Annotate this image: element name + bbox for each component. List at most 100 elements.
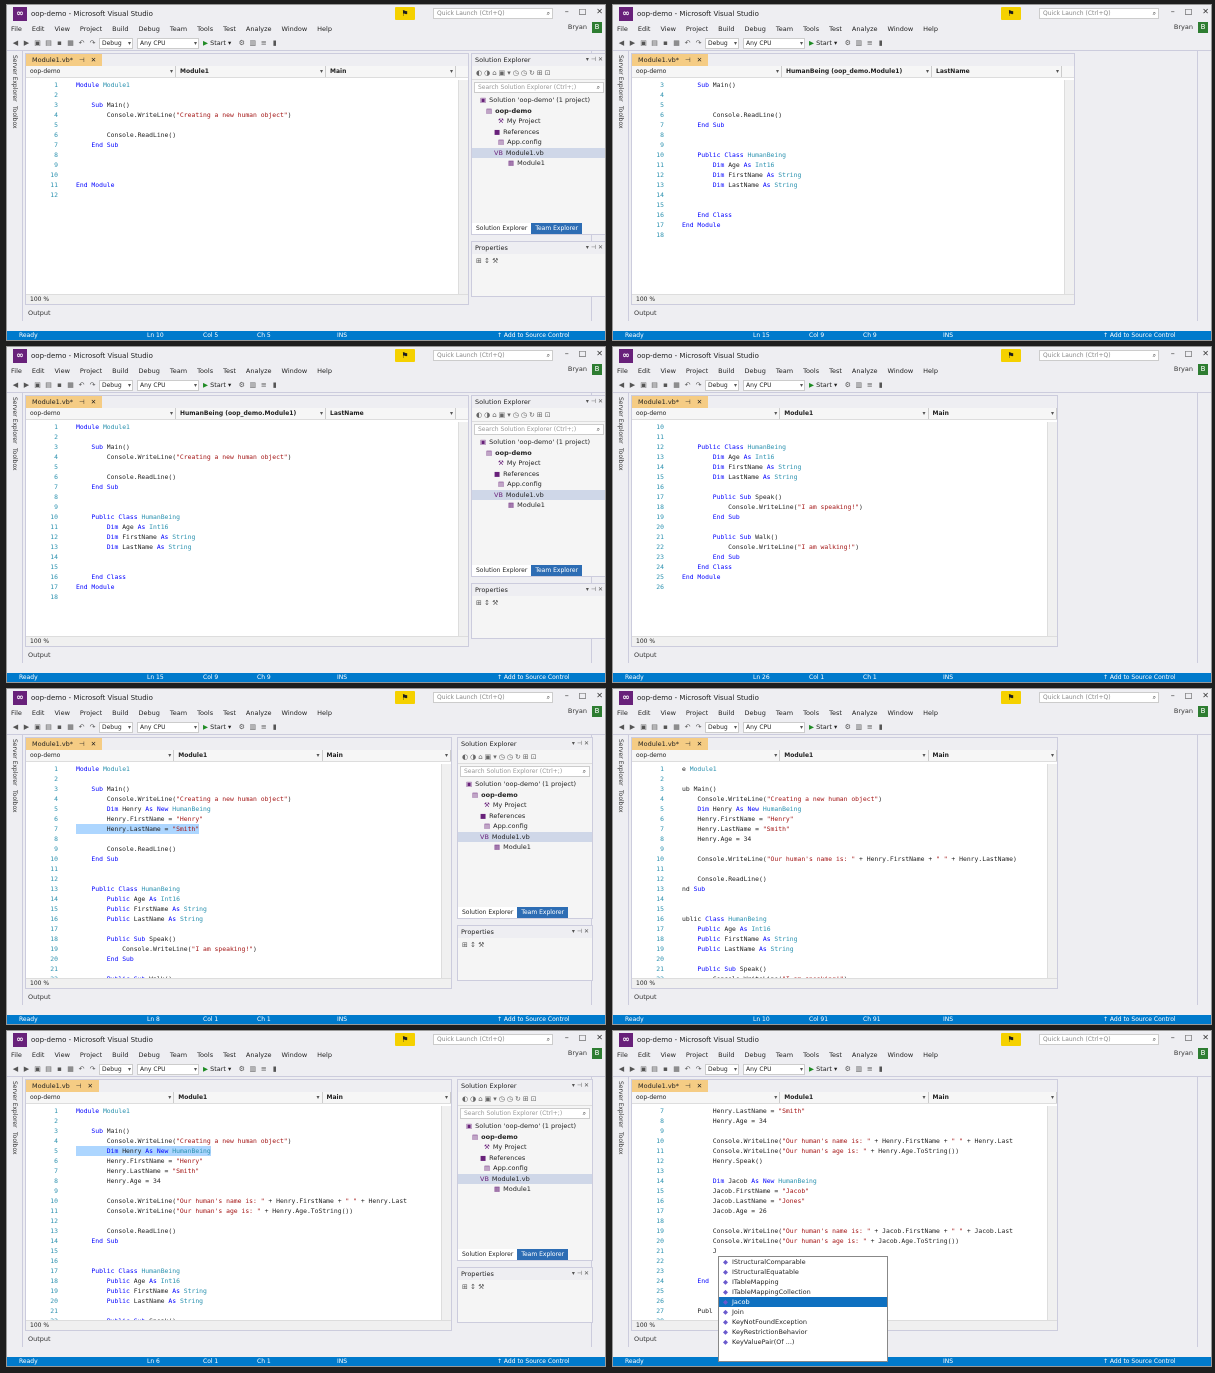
code-area[interactable]: 10 11 12 Public Class HumanBeing 13 Dim Age… [632, 422, 1047, 636]
open-icon[interactable]: ▤ [44, 39, 53, 47]
code-line[interactable]: 13nd Sub [632, 884, 1047, 894]
menu-item-view[interactable]: View [54, 25, 69, 33]
toolbar-icon[interactable]: ▥ [248, 381, 257, 389]
code-line[interactable]: 13 Dim Age As Int16 [632, 452, 1047, 462]
code-line[interactable]: 12 [26, 190, 458, 200]
tab-solution-explorer[interactable]: Solution Explorer [472, 223, 532, 234]
toolbar-icon[interactable]: ⚙ [237, 381, 246, 389]
code-line[interactable]: 17 [26, 924, 441, 934]
code-line[interactable]: 3 ub Main() [632, 784, 1047, 794]
code-line[interactable]: 4 [632, 90, 1064, 100]
member-dropdown[interactable]: LastName [326, 408, 456, 419]
configuration-dropdown[interactable]: Debug [705, 37, 739, 49]
menu-item-help[interactable]: Help [317, 1051, 332, 1059]
member-dropdown[interactable]: Main [929, 750, 1057, 761]
maximize-icon[interactable]: □ [579, 349, 587, 358]
back-icon[interactable]: ◀ [617, 723, 626, 731]
completion-item[interactable]: ◆ IStructuralComparable [719, 1257, 887, 1267]
menu-item-view[interactable]: View [660, 709, 675, 717]
maximize-icon[interactable]: □ [1185, 349, 1193, 358]
menu-item-edit[interactable]: Edit [638, 709, 651, 717]
close-tab-icon[interactable]: ✕ [91, 396, 96, 408]
menu-item-debug[interactable]: Debug [139, 709, 160, 717]
project-dropdown[interactable]: oop-demo [26, 66, 176, 77]
platform-dropdown[interactable]: Any CPU [137, 1063, 199, 1075]
module1-class-node[interactable]: ▦ Module1 [472, 158, 605, 169]
project-dropdown[interactable]: oop-demo [632, 66, 782, 77]
undo-icon[interactable]: ↶ [683, 723, 692, 731]
server-explorer-tab[interactable]: Server Explorer [617, 397, 624, 444]
save-icon[interactable]: ▪ [661, 381, 670, 389]
member-dropdown[interactable]: Main [326, 66, 456, 77]
menu-item-debug[interactable]: Debug [139, 367, 160, 375]
menu-item-file[interactable]: File [617, 367, 628, 375]
code-line[interactable]: 13 [632, 1166, 1047, 1176]
references-node[interactable]: ■ References [472, 127, 605, 138]
maximize-icon[interactable]: □ [1185, 691, 1193, 700]
code-line[interactable]: 9 [632, 844, 1047, 854]
bookmark-icon[interactable]: ▮ [270, 39, 279, 47]
menu-item-analyze[interactable]: Analyze [852, 1051, 878, 1059]
menu-item-test[interactable]: Test [829, 25, 842, 33]
save-all-icon[interactable]: ▦ [672, 39, 681, 47]
code-line[interactable]: 17 Public Sub Speak() [632, 492, 1047, 502]
feedback-flag-icon[interactable]: ⚑ [395, 691, 415, 704]
code-line[interactable]: 1 Module Module1 [26, 80, 458, 90]
menu-item-debug[interactable]: Debug [745, 367, 766, 375]
completion-item[interactable]: ◆ Join [719, 1307, 887, 1317]
toolbar-icon[interactable]: ≡ [259, 381, 268, 389]
code-line[interactable]: 6 Henry.FirstName = "Henry" [26, 1156, 441, 1166]
menu-item-debug[interactable]: Debug [139, 25, 160, 33]
menu-item-edit[interactable]: Edit [638, 1051, 651, 1059]
code-line[interactable]: 3 Sub Main() [26, 100, 458, 110]
menu-item-team[interactable]: Team [170, 709, 187, 717]
code-line[interactable]: 16 [26, 1256, 441, 1266]
redo-icon[interactable]: ↷ [694, 381, 703, 389]
module1-class-node[interactable]: ▦ Module1 [472, 500, 605, 511]
save-icon[interactable]: ▪ [55, 1065, 64, 1073]
user-name[interactable]: Bryan [1174, 1049, 1193, 1057]
user-badge[interactable]: B [592, 22, 602, 33]
toolbar-icon[interactable]: ⚙ [843, 39, 852, 47]
user-badge[interactable]: B [592, 706, 602, 717]
pane-controls[interactable]: ▾ ⊣ ✕ [586, 396, 603, 408]
code-line[interactable]: 11 [632, 864, 1047, 874]
code-line[interactable]: 2 [26, 90, 458, 100]
code-line[interactable]: 19 Console.WriteLine("Our human's name i… [632, 1226, 1047, 1236]
server-explorer-tab[interactable]: Server Explorer [617, 739, 624, 786]
menu-item-test[interactable]: Test [223, 1051, 236, 1059]
code-area[interactable]: 1e Module1 2 3 ub Main() 4 Console.WriteLine… [632, 764, 1047, 978]
solution-search-input[interactable]: Search Solution Explorer (Ctrl+;) [460, 766, 590, 777]
new-project-icon[interactable]: ▣ [33, 1065, 42, 1073]
configuration-dropdown[interactable]: Debug [705, 1063, 739, 1075]
new-project-icon[interactable]: ▣ [33, 381, 42, 389]
menu-item-team[interactable]: Team [170, 1051, 187, 1059]
code-line[interactable]: 8 [26, 150, 458, 160]
menu-item-analyze[interactable]: Analyze [246, 709, 272, 717]
close-icon[interactable]: ✕ [1202, 7, 1209, 16]
menu-item-team[interactable]: Team [776, 1051, 793, 1059]
code-line[interactable]: 20 [632, 522, 1047, 532]
configuration-dropdown[interactable]: Debug [99, 37, 133, 49]
code-line[interactable]: 17 Jacob.Age = 26 [632, 1206, 1047, 1216]
code-line[interactable]: 5 Dim Henry As New HumanBeing [26, 1146, 441, 1156]
vertical-scrollbar[interactable] [441, 764, 451, 978]
toolbar-icon[interactable]: ▥ [248, 723, 257, 731]
toolbox-tab[interactable]: Toolbox [11, 790, 18, 813]
member-dropdown[interactable]: Main [323, 750, 451, 761]
code-line[interactable]: 18 [632, 1216, 1047, 1226]
code-line[interactable]: 14 [632, 190, 1064, 200]
tab-team-explorer[interactable]: Team Explorer [517, 907, 569, 918]
save-all-icon[interactable]: ▦ [672, 381, 681, 389]
output-tab[interactable]: Output [631, 990, 660, 1005]
minimize-icon[interactable]: – [1171, 7, 1175, 16]
my-project-node[interactable]: ⚒ My Project [458, 800, 592, 811]
back-icon[interactable]: ◀ [11, 381, 20, 389]
add-to-source-control[interactable]: ↑ Add to Source Control [1103, 673, 1176, 682]
start-button[interactable]: ▶ Start ▾ [203, 1065, 231, 1073]
code-line[interactable]: 21 Public Sub Speak() [632, 964, 1047, 974]
code-line[interactable]: 12 [26, 874, 441, 884]
close-icon[interactable]: ✕ [596, 7, 603, 16]
user-badge[interactable]: B [1198, 706, 1208, 717]
start-button[interactable]: ▶ Start ▾ [809, 381, 837, 389]
